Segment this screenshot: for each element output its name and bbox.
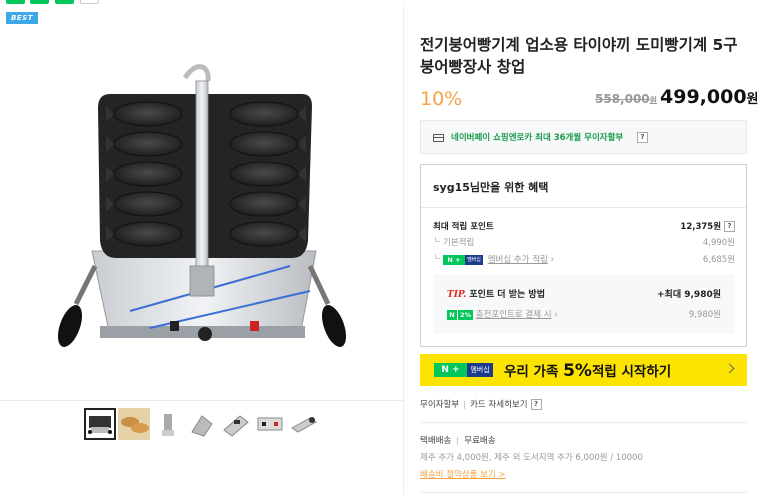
membership-banner-pre: 우리 가족 (504, 364, 564, 380)
member-points-label-wrap: N + 멤버십 멤버십 추가 적립 › (433, 253, 554, 265)
membership-banner-post: 적립 시작하기 (591, 364, 672, 380)
charge-points-label[interactable]: 충전포인트로 결제 시 (476, 310, 552, 320)
max-points-help-icon[interactable]: ? (724, 221, 735, 232)
top-control-4[interactable] (80, 0, 99, 4)
gallery-divider (0, 400, 403, 401)
tip-heading: TIP. 포인트 더 받는 방법 (447, 287, 545, 300)
thumbnail-5[interactable] (220, 408, 252, 440)
tip-box: TIP. 포인트 더 받는 방법 +최대 9,980원 N 2% 충전포인트로 결제… (433, 275, 735, 333)
chevron-right-icon (724, 363, 735, 374)
shipping-saving-link[interactable]: 배송비 절약상품 보기 > (420, 468, 506, 480)
max-points-label: 최대 적립 포인트 (433, 222, 494, 232)
tip-text: 포인트 더 받는 방법 (469, 290, 545, 300)
membership-badge-n: N + (434, 363, 467, 377)
chevron-right-icon: › (550, 255, 554, 265)
naver-plus-badge-text: 멤버십 (465, 254, 483, 265)
top-control-3[interactable] (55, 0, 74, 4)
thumbnail-6[interactable] (254, 408, 286, 440)
product-info: 전기붕어빵기계 업소용 타이야끼 도미빵기계 5구 붕어빵장사 창업 10% 5… (420, 6, 773, 494)
charge-badge-pct: 2% (457, 309, 474, 320)
top-control-2[interactable] (30, 0, 49, 4)
section-divider (420, 492, 747, 493)
naver-plus-membership-badge: N + 멤버십 (443, 254, 483, 265)
max-points-value-wrap: 12,375원 ? (680, 220, 735, 232)
thumbnail-1[interactable] (84, 408, 116, 440)
npay-help-icon[interactable]: ? (637, 132, 648, 143)
best-badge: BEST (6, 12, 38, 24)
separator (457, 436, 459, 445)
max-points-value: 12,375원 (680, 222, 722, 232)
card-details-link[interactable]: 카드 자세히보기 (470, 400, 527, 410)
benefit-heading: syg15님만을 위한 혜택 (433, 181, 549, 194)
separator (464, 400, 466, 409)
thumbnail-7[interactable] (288, 408, 320, 440)
thumbnail-4[interactable] (186, 408, 218, 440)
chevron-right-icon: › (554, 310, 558, 320)
charge-badge-n: N (447, 309, 457, 320)
product-gallery: BEST (0, 6, 404, 494)
original-price-unit: 원 (649, 96, 658, 105)
benefit-box: syg15님만을 위한 혜택 최대 적립 포인트 12,375원 ? 기본적립 … (420, 164, 747, 347)
thumbnail-3[interactable] (152, 408, 184, 440)
basic-points-label: 기본적립 (433, 236, 474, 248)
membership-badge-text: 멤버십 (467, 363, 493, 377)
charge-2pct-badge: N 2% (447, 309, 474, 320)
top-control-1[interactable] (6, 0, 25, 4)
credit-card-icon (433, 134, 444, 142)
sale-price-value: 499,000 (660, 86, 747, 108)
tip-value: +최대 9,980원 (657, 290, 721, 300)
membership-badge: N + 멤버십 (434, 363, 493, 377)
section-divider (420, 422, 747, 423)
installment-label[interactable]: 무이자할부 (420, 400, 459, 410)
discount-rate: 10% (420, 88, 463, 110)
thumbnail-strip (84, 408, 320, 440)
sale-price: 499,000원 (660, 86, 759, 108)
basic-points-value: 4,990원 (702, 238, 735, 248)
npay-installment-text: 네이버페이 쇼핑엔로카 최대 36개월 무이자할부 (451, 133, 624, 143)
original-price-value: 558,000 (595, 92, 650, 106)
benefit-divider (421, 207, 746, 208)
installment-row: 무이자할부 카드 자세히보기? (420, 398, 542, 410)
tip-label: TIP. (447, 290, 467, 300)
member-points-label[interactable]: 멤버십 추가 적립 (488, 255, 548, 265)
shipping-type-row: 택배배송 무료배송 (420, 434, 496, 446)
membership-yellow-banner[interactable]: N + 멤버십 우리 가족 5%적립 시작하기 (420, 354, 747, 386)
sale-price-unit: 원 (746, 92, 759, 107)
shipping-type: 택배배송 (420, 436, 452, 446)
npay-installment-banner[interactable]: 네이버페이 쇼핑엔로카 최대 36개월 무이자할부 ? (420, 120, 747, 154)
member-points-value: 6,685원 (702, 255, 735, 265)
product-title: 전기붕어빵기계 업소용 타이야끼 도미빵기계 5구 붕어빵장사 창업 (420, 36, 738, 76)
original-price: 558,000원 (595, 92, 657, 106)
charge-points-value: 9,980원 (688, 310, 721, 320)
main-product-image[interactable] (10, 36, 394, 391)
shipping-extra: 제주 추가 4,000원, 제주 외 도서지역 추가 6,000원 / 1000… (420, 453, 643, 463)
shipping-fee: 무료배송 (464, 436, 496, 446)
membership-banner-text: 우리 가족 5%적립 시작하기 (504, 360, 671, 381)
charge-points-row[interactable]: N 2% 충전포인트로 결제 시 › (447, 308, 558, 320)
thumbnail-2[interactable] (118, 408, 150, 440)
naver-plus-badge-n: N + (443, 254, 465, 265)
membership-banner-big: 5% (563, 361, 592, 381)
installment-help-icon[interactable]: ? (530, 399, 542, 410)
